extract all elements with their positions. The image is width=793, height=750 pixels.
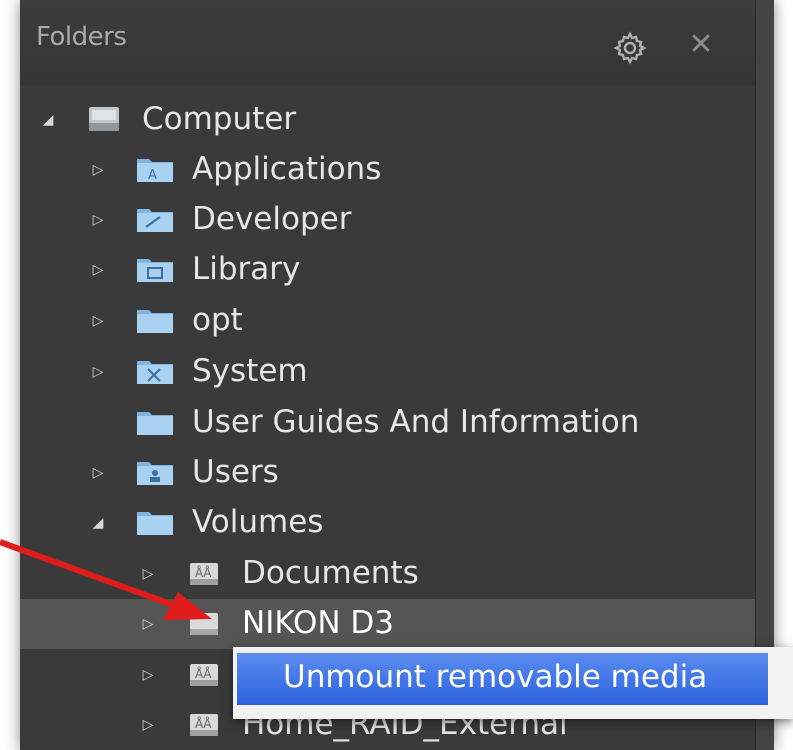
- gear-icon[interactable]: [612, 30, 648, 66]
- tree-row[interactable]: ▷ opt: [20, 296, 755, 346]
- menu-item-label: Unmount removable media: [283, 659, 708, 695]
- library-folder-icon: [136, 255, 174, 283]
- panel-header: Folders ✕: [20, 0, 774, 86]
- close-icon[interactable]: ✕: [684, 28, 718, 62]
- tree-item-label: Library: [192, 251, 301, 287]
- folders-panel: Folders ✕ ◢ Computer ▷ A Applications ▷ Dev…: [20, 0, 774, 750]
- disclosure-triangle-collapsed-icon[interactable]: ▷: [140, 566, 156, 582]
- tree-row[interactable]: ▷ ÅÅ Documents: [20, 549, 755, 599]
- folder-icon: [136, 306, 174, 334]
- tree-item-label: Developer: [192, 201, 352, 237]
- tree-item-label: User Guides And Information: [192, 404, 640, 440]
- system-folder-icon: [136, 357, 174, 385]
- tree-row[interactable]: ▷ NIKON D3: [20, 599, 755, 649]
- tree-item-label: System: [192, 353, 308, 389]
- tree-row[interactable]: ▷ System: [20, 347, 755, 397]
- disclosure-triangle-collapsed-icon[interactable]: ▷: [90, 364, 106, 380]
- network-drive-icon: ÅÅ: [186, 710, 224, 738]
- svg-text:ÅÅ: ÅÅ: [195, 716, 212, 731]
- computer-drive-icon: [86, 105, 124, 133]
- disclosure-triangle-collapsed-icon[interactable]: ▷: [90, 465, 106, 481]
- disclosure-triangle-expanded-icon[interactable]: ◢: [40, 112, 56, 128]
- tree-row[interactable]: User Guides And Information: [20, 398, 755, 448]
- folder-icon: [136, 408, 174, 436]
- disclosure-triangle-collapsed-icon[interactable]: ▷: [90, 262, 106, 278]
- disclosure-triangle-collapsed-icon[interactable]: ▷: [90, 212, 106, 228]
- disclosure-triangle-collapsed-icon[interactable]: ▷: [140, 667, 156, 683]
- tree-row[interactable]: ◢ Volumes: [20, 498, 755, 548]
- developer-folder-icon: [136, 205, 174, 233]
- disclosure-triangle-collapsed-icon[interactable]: ▷: [140, 717, 156, 733]
- svg-text:ÅÅ: ÅÅ: [195, 565, 212, 580]
- svg-text:A: A: [148, 168, 157, 183]
- network-drive-icon: ÅÅ: [186, 559, 224, 587]
- applications-folder-icon: A: [136, 155, 174, 183]
- context-menu: Unmount removable media: [233, 647, 793, 719]
- tree-row[interactable]: ▷ Users: [20, 448, 755, 498]
- unmount-removable-media-menu-item[interactable]: Unmount removable media: [237, 653, 768, 705]
- svg-text:ÅÅ: ÅÅ: [195, 666, 212, 681]
- tree-item-label: Volumes: [192, 504, 324, 540]
- panel-title: Folders: [36, 22, 127, 52]
- scrollbar[interactable]: [755, 0, 774, 750]
- tree-row[interactable]: ▷ A Applications: [20, 145, 755, 195]
- disclosure-triangle-collapsed-icon[interactable]: ▷: [140, 616, 156, 632]
- disclosure-triangle-collapsed-icon[interactable]: ▷: [90, 313, 106, 329]
- tree-row[interactable]: ▷ Developer: [20, 195, 755, 245]
- network-drive-icon: ÅÅ: [186, 660, 224, 688]
- tree-item-label: Documents: [242, 555, 419, 591]
- tree-row[interactable]: ▷ Library: [20, 245, 755, 295]
- disclosure-triangle-expanded-icon[interactable]: ◢: [90, 515, 106, 531]
- folder-icon: [136, 508, 174, 536]
- tree-item-label: Users: [192, 454, 279, 490]
- tree-item-label: Computer: [142, 101, 297, 137]
- removable-drive-icon: [186, 609, 224, 637]
- tree-item-label: Applications: [192, 151, 382, 187]
- users-folder-icon: [136, 458, 174, 486]
- disclosure-triangle-collapsed-icon[interactable]: ▷: [90, 162, 106, 178]
- tree-row[interactable]: ◢ Computer: [20, 95, 755, 145]
- tree-item-label: NIKON D3: [242, 605, 395, 641]
- tree-item-label: opt: [192, 302, 243, 338]
